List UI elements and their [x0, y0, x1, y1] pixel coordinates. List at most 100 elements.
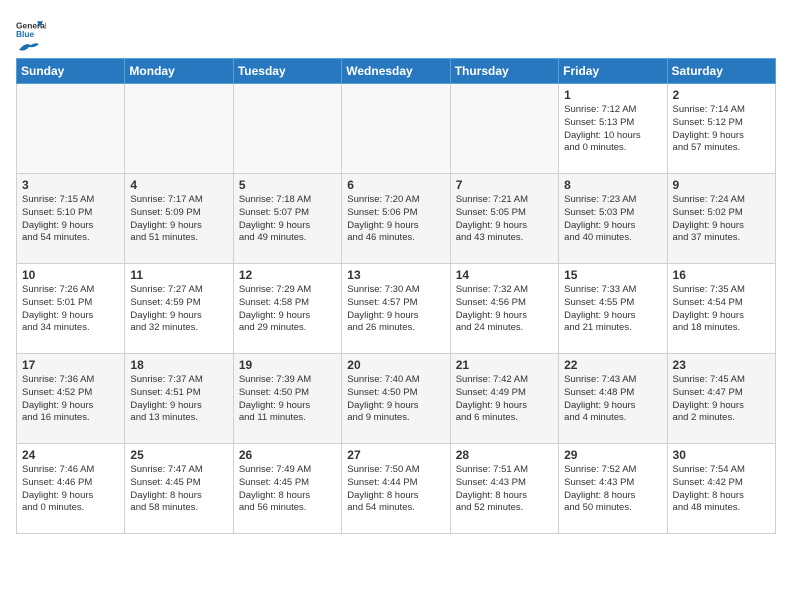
calendar-day-cell: 23 Sunrise: 7:45 AM Sunset: 4:47 PM Dayli…	[667, 354, 775, 444]
calendar-day-cell: 7Sunrise: 7:21 AM Sunset: 5:05 PM Daylig…	[450, 174, 558, 264]
day-number: 12	[239, 268, 336, 282]
day-info: Sunrise: 7:43 AM Sunset: 4:48 PM Dayligh…	[564, 374, 661, 425]
day-number: 30	[673, 448, 770, 462]
calendar-day-cell: 16 Sunrise: 7:35 AM Sunset: 4:54 PM Dayli…	[667, 264, 775, 354]
calendar-day-cell: 10Sunrise: 7:26 AM Sunset: 5:01 PM Dayli…	[17, 264, 125, 354]
day-number: 22	[564, 358, 661, 372]
day-info: Sunrise: 7:54 AM Sunset: 4:42 PM Dayligh…	[673, 464, 770, 515]
calendar-day-cell: 5 Sunrise: 7:18 AM Sunset: 5:07 PM Daylig…	[233, 174, 341, 264]
day-number: 5	[239, 178, 336, 192]
calendar-day-cell: 25Sunrise: 7:47 AM Sunset: 4:45 PM Dayli…	[125, 444, 233, 534]
day-number: 8	[564, 178, 661, 192]
calendar-day-cell: 30 Sunrise: 7:54 AM Sunset: 4:42 PM Dayli…	[667, 444, 775, 534]
day-number: 15	[564, 268, 661, 282]
weekday-header-sunday: Sunday	[17, 59, 125, 84]
day-info: Sunrise: 7:46 AM Sunset: 4:46 PM Dayligh…	[22, 464, 119, 515]
calendar-day-cell: 1 Sunrise: 7:12 AM Sunset: 5:13 PM Daylig…	[559, 84, 667, 174]
calendar-day-cell: 26Sunrise: 7:49 AM Sunset: 4:45 PM Dayli…	[233, 444, 341, 534]
day-info: Sunrise: 7:51 AM Sunset: 4:43 PM Dayligh…	[456, 464, 553, 515]
calendar-week-row: 1 Sunrise: 7:12 AM Sunset: 5:13 PM Daylig…	[17, 84, 776, 174]
calendar-day-cell: 4 Sunrise: 7:17 AM Sunset: 5:09 PM Daylig…	[125, 174, 233, 264]
day-number: 29	[564, 448, 661, 462]
day-number: 4	[130, 178, 227, 192]
day-number: 20	[347, 358, 444, 372]
calendar-day-cell: 8 Sunrise: 7:23 AM Sunset: 5:03 PM Daylig…	[559, 174, 667, 264]
day-number: 27	[347, 448, 444, 462]
calendar-day-cell: 2 Sunrise: 7:14 AM Sunset: 5:12 PM Daylig…	[667, 84, 775, 174]
calendar-day-cell: 27 Sunrise: 7:50 AM Sunset: 4:44 PM Dayli…	[342, 444, 450, 534]
day-number: 19	[239, 358, 336, 372]
day-number: 13	[347, 268, 444, 282]
day-number: 17	[22, 358, 119, 372]
day-number: 28	[456, 448, 553, 462]
calendar-day-cell: 29 Sunrise: 7:52 AM Sunset: 4:43 PM Dayli…	[559, 444, 667, 534]
day-number: 10	[22, 268, 119, 282]
calendar-day-cell: 22 Sunrise: 7:43 AM Sunset: 4:48 PM Dayli…	[559, 354, 667, 444]
page-header: General Blue	[16, 16, 776, 50]
day-number: 23	[673, 358, 770, 372]
calendar-day-cell: 6 Sunrise: 7:20 AM Sunset: 5:06 PM Daylig…	[342, 174, 450, 264]
logo-icon: General Blue	[16, 20, 46, 38]
calendar-day-cell: 14Sunrise: 7:32 AM Sunset: 4:56 PM Dayli…	[450, 264, 558, 354]
weekday-header-tuesday: Tuesday	[233, 59, 341, 84]
calendar-day-cell: 3Sunrise: 7:15 AM Sunset: 5:10 PM Daylig…	[17, 174, 125, 264]
calendar-week-row: 10Sunrise: 7:26 AM Sunset: 5:01 PM Dayli…	[17, 264, 776, 354]
day-info: Sunrise: 7:17 AM Sunset: 5:09 PM Dayligh…	[130, 194, 227, 245]
calendar-day-cell: 24 Sunrise: 7:46 AM Sunset: 4:46 PM Dayli…	[17, 444, 125, 534]
day-number: 24	[22, 448, 119, 462]
day-info: Sunrise: 7:18 AM Sunset: 5:07 PM Dayligh…	[239, 194, 336, 245]
day-number: 2	[673, 88, 770, 102]
day-info: Sunrise: 7:42 AM Sunset: 4:49 PM Dayligh…	[456, 374, 553, 425]
day-info: Sunrise: 7:24 AM Sunset: 5:02 PM Dayligh…	[673, 194, 770, 245]
weekday-header-thursday: Thursday	[450, 59, 558, 84]
day-info: Sunrise: 7:15 AM Sunset: 5:10 PM Dayligh…	[22, 194, 119, 245]
calendar-day-cell: 12 Sunrise: 7:29 AM Sunset: 4:58 PM Dayli…	[233, 264, 341, 354]
calendar-day-cell: 13 Sunrise: 7:30 AM Sunset: 4:57 PM Dayli…	[342, 264, 450, 354]
day-info: Sunrise: 7:30 AM Sunset: 4:57 PM Dayligh…	[347, 284, 444, 335]
weekday-header-friday: Friday	[559, 59, 667, 84]
calendar-day-cell: 21 Sunrise: 7:42 AM Sunset: 4:49 PM Dayli…	[450, 354, 558, 444]
calendar-table: SundayMondayTuesdayWednesdayThursdayFrid…	[16, 58, 776, 534]
calendar-day-cell	[450, 84, 558, 174]
day-number: 25	[130, 448, 227, 462]
day-info: Sunrise: 7:14 AM Sunset: 5:12 PM Dayligh…	[673, 104, 770, 155]
weekday-header-saturday: Saturday	[667, 59, 775, 84]
logo-bird-icon	[17, 40, 39, 54]
calendar-day-cell: 15 Sunrise: 7:33 AM Sunset: 4:55 PM Dayli…	[559, 264, 667, 354]
day-number: 11	[130, 268, 227, 282]
calendar-day-cell: 11Sunrise: 7:27 AM Sunset: 4:59 PM Dayli…	[125, 264, 233, 354]
calendar-day-cell: 28 Sunrise: 7:51 AM Sunset: 4:43 PM Dayli…	[450, 444, 558, 534]
day-info: Sunrise: 7:23 AM Sunset: 5:03 PM Dayligh…	[564, 194, 661, 245]
day-info: Sunrise: 7:12 AM Sunset: 5:13 PM Dayligh…	[564, 104, 661, 155]
calendar-week-row: 3Sunrise: 7:15 AM Sunset: 5:10 PM Daylig…	[17, 174, 776, 264]
day-number: 14	[456, 268, 553, 282]
day-info: Sunrise: 7:40 AM Sunset: 4:50 PM Dayligh…	[347, 374, 444, 425]
calendar-day-cell	[17, 84, 125, 174]
day-number: 18	[130, 358, 227, 372]
day-number: 9	[673, 178, 770, 192]
calendar-day-cell	[342, 84, 450, 174]
day-info: Sunrise: 7:39 AM Sunset: 4:50 PM Dayligh…	[239, 374, 336, 425]
day-info: Sunrise: 7:45 AM Sunset: 4:47 PM Dayligh…	[673, 374, 770, 425]
day-number: 1	[564, 88, 661, 102]
svg-text:Blue: Blue	[16, 29, 35, 38]
day-info: Sunrise: 7:37 AM Sunset: 4:51 PM Dayligh…	[130, 374, 227, 425]
calendar-day-cell: 20 Sunrise: 7:40 AM Sunset: 4:50 PM Dayli…	[342, 354, 450, 444]
day-info: Sunrise: 7:33 AM Sunset: 4:55 PM Dayligh…	[564, 284, 661, 335]
day-info: Sunrise: 7:35 AM Sunset: 4:54 PM Dayligh…	[673, 284, 770, 335]
weekday-header-row: SundayMondayTuesdayWednesdayThursdayFrid…	[17, 59, 776, 84]
weekday-header-wednesday: Wednesday	[342, 59, 450, 84]
day-info: Sunrise: 7:29 AM Sunset: 4:58 PM Dayligh…	[239, 284, 336, 335]
weekday-header-monday: Monday	[125, 59, 233, 84]
day-info: Sunrise: 7:52 AM Sunset: 4:43 PM Dayligh…	[564, 464, 661, 515]
day-info: Sunrise: 7:49 AM Sunset: 4:45 PM Dayligh…	[239, 464, 336, 515]
day-number: 6	[347, 178, 444, 192]
logo: General Blue	[16, 20, 46, 50]
day-number: 16	[673, 268, 770, 282]
calendar-day-cell: 9 Sunrise: 7:24 AM Sunset: 5:02 PM Daylig…	[667, 174, 775, 264]
day-info: Sunrise: 7:20 AM Sunset: 5:06 PM Dayligh…	[347, 194, 444, 245]
day-number: 21	[456, 358, 553, 372]
day-info: Sunrise: 7:50 AM Sunset: 4:44 PM Dayligh…	[347, 464, 444, 515]
calendar-day-cell: 17Sunrise: 7:36 AM Sunset: 4:52 PM Dayli…	[17, 354, 125, 444]
calendar-day-cell	[125, 84, 233, 174]
